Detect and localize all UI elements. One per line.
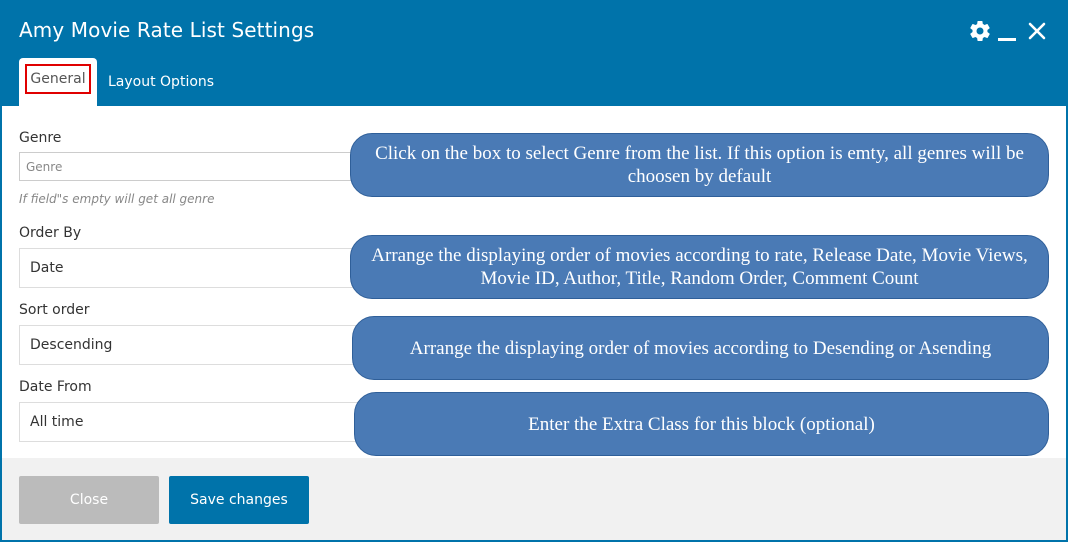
close-icon[interactable] [1026, 20, 1048, 42]
dialog-title: Amy Movie Rate List Settings [19, 18, 315, 42]
sort-order-select[interactable]: Descending [19, 325, 379, 365]
settings-dialog: Amy Movie Rate List Settings General Lay… [0, 0, 1068, 542]
annotation-sort-order: Arrange the displaying order of movies a… [352, 316, 1049, 380]
dialog-footer: Close Save changes [2, 458, 1066, 540]
tab-general[interactable]: General [19, 58, 97, 106]
tab-general-label: General [25, 64, 91, 94]
genre-hint: If field"s empty will get all genre [19, 192, 215, 206]
sort-order-label: Sort order [19, 302, 90, 318]
order-by-select[interactable]: Date [19, 248, 379, 288]
annotation-genre: Click on the box to select Genre from th… [350, 133, 1049, 197]
dialog-header: Amy Movie Rate List Settings General Lay… [2, 2, 1066, 106]
save-button[interactable]: Save changes [169, 476, 309, 524]
order-by-value: Date [30, 260, 64, 276]
date-from-value: All time [30, 414, 84, 430]
tab-layout-options[interactable]: Layout Options [108, 58, 218, 106]
minimize-icon[interactable] [998, 38, 1016, 41]
tab-layout-options-label: Layout Options [108, 74, 215, 90]
date-from-select[interactable]: All time [19, 402, 379, 442]
annotation-order-by: Arrange the displaying order of movies a… [350, 235, 1049, 299]
date-from-label: Date From [19, 379, 92, 395]
genre-label: Genre [19, 130, 62, 146]
annotation-date-from: Enter the Extra Class for this block (op… [354, 392, 1049, 456]
order-by-label: Order By [19, 225, 82, 241]
gear-icon[interactable] [968, 19, 992, 43]
close-button[interactable]: Close [19, 476, 159, 524]
genre-input[interactable] [19, 152, 379, 181]
sort-order-value: Descending [30, 337, 113, 353]
